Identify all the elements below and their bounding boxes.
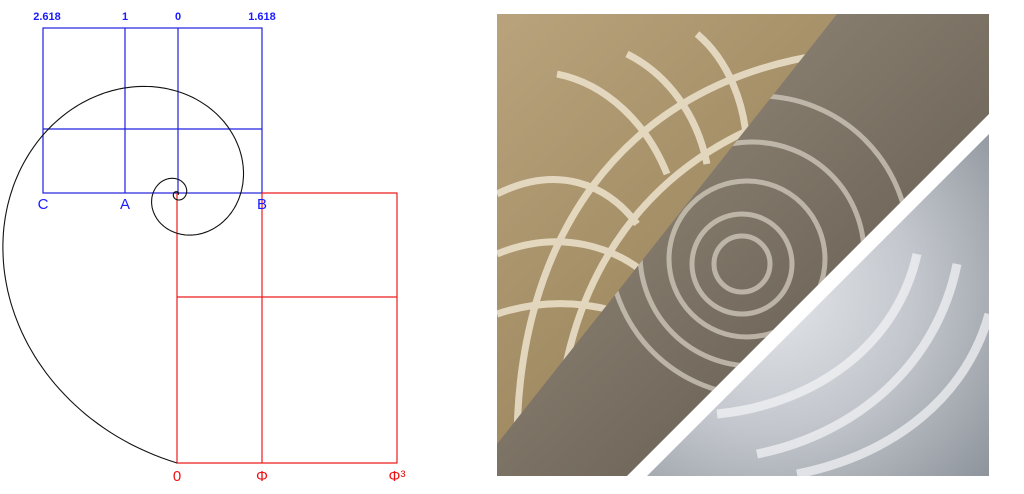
- golden-spiral-diagram: 2.618 1 0 1.618 C A B 0 Φ Φ³: [2, 11, 406, 485]
- nautilus-hurricane-photo: [497, 14, 989, 476]
- bottom-label-phi: Φ: [256, 468, 268, 485]
- point-label-c: C: [38, 196, 49, 213]
- bottom-label-0: 0: [173, 468, 181, 485]
- label-2-618: 2.618: [33, 11, 61, 23]
- label-1: 1: [122, 11, 128, 23]
- red-outer-rectangle: [176, 192, 398, 464]
- blue-golden-rectangles: [42, 27, 263, 194]
- point-label-a: A: [120, 196, 130, 213]
- label-0: 0: [175, 11, 181, 23]
- label-1-618: 1.618: [248, 11, 276, 23]
- red-golden-rectangles: [176, 192, 398, 464]
- point-label-b: B: [257, 196, 267, 213]
- golden-spiral-curve: [2, 85, 245, 464]
- bottom-label-phi-cubed: Φ³: [389, 468, 406, 485]
- blue-outer-rectangle: [42, 27, 263, 194]
